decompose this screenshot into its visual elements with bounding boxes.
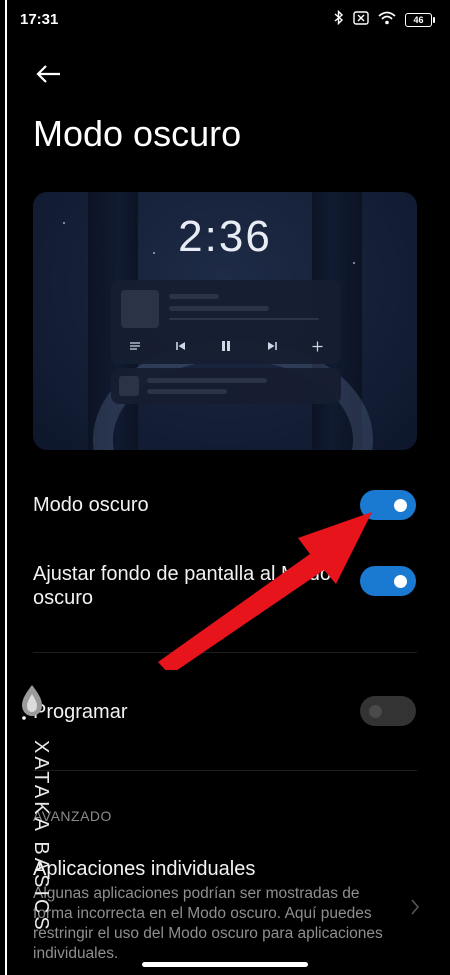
gesture-nav-handle[interactable] bbox=[142, 962, 308, 967]
bluetooth-icon bbox=[334, 9, 344, 30]
watermark-line bbox=[5, 0, 7, 975]
chevron-right-icon bbox=[410, 898, 420, 921]
arrow-left-icon bbox=[36, 65, 60, 83]
watermark-text: XATAKA BASICS bbox=[30, 740, 52, 933]
sim-off-icon bbox=[353, 10, 369, 30]
setting-dark-mode-label: Modo oscuro bbox=[33, 494, 149, 516]
status-icons: 46 bbox=[334, 9, 435, 30]
schedule-toggle[interactable] bbox=[360, 696, 416, 726]
battery-icon: 46 bbox=[405, 13, 435, 27]
notification-placeholder-line bbox=[169, 306, 269, 311]
notification-progress-line bbox=[169, 318, 319, 320]
preview-clock: 2:36 bbox=[178, 212, 272, 261]
toggle-knob bbox=[369, 705, 382, 718]
notification-placeholder-line bbox=[169, 294, 219, 299]
divider bbox=[33, 770, 417, 771]
status-time: 17:31 bbox=[20, 11, 59, 28]
plus-icon bbox=[312, 341, 323, 351]
notification-thumbnail bbox=[119, 376, 139, 396]
annotation-arrow bbox=[158, 512, 372, 670]
media-controls bbox=[111, 332, 341, 360]
setting-schedule[interactable]: Programar bbox=[0, 694, 450, 730]
menu-icon bbox=[129, 342, 140, 350]
back-button[interactable] bbox=[30, 58, 66, 90]
individual-apps-title: Aplicaciones individuales bbox=[33, 858, 256, 880]
preview-notification bbox=[111, 368, 341, 404]
previous-icon bbox=[176, 342, 186, 350]
dark-mode-preview: 2:36 bbox=[33, 192, 417, 450]
notification-placeholder-line bbox=[147, 389, 227, 394]
setting-schedule-label: Programar bbox=[33, 701, 128, 723]
notification-thumbnail bbox=[121, 290, 159, 328]
preview-media-notification bbox=[111, 280, 341, 364]
toggle-knob bbox=[394, 575, 407, 588]
toggle-knob bbox=[394, 499, 407, 512]
notification-placeholder-line bbox=[147, 378, 267, 383]
pause-icon bbox=[222, 341, 231, 351]
page-title: Modo oscuro bbox=[33, 113, 242, 154]
status-bar: 17:31 46 bbox=[0, 0, 450, 40]
watermark-logo-icon bbox=[18, 684, 46, 725]
individual-apps-description: Algunas aplicaciones podrían ser mostrad… bbox=[33, 885, 383, 962]
wifi-icon bbox=[378, 11, 396, 30]
preview-star bbox=[353, 262, 355, 264]
next-icon bbox=[267, 342, 277, 350]
